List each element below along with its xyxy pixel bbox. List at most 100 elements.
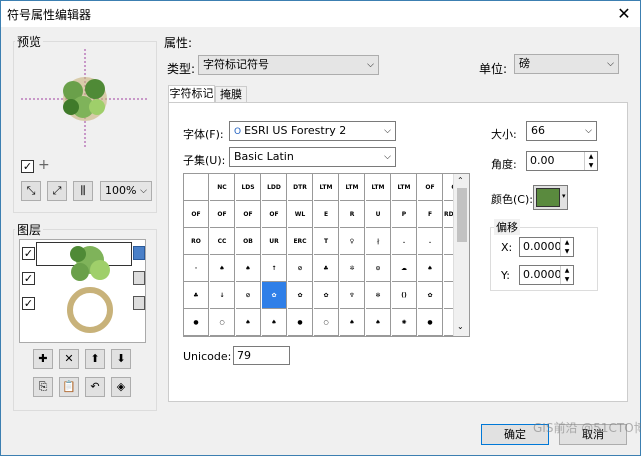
glyph-cell[interactable]: LTM bbox=[392, 174, 417, 201]
glyph-cell[interactable]: OF bbox=[418, 174, 443, 201]
offset-y-stepper[interactable]: 0.0000 ▲ ▼ bbox=[519, 265, 574, 285]
reset-icon[interactable]: ↶ bbox=[85, 377, 105, 397]
glyph-cell[interactable]: ♆ bbox=[340, 282, 365, 309]
glyph-cell[interactable]: RO bbox=[184, 228, 209, 255]
glyph-cell[interactable]: OF bbox=[262, 201, 287, 228]
zoom-fit-button[interactable]: ⤡ bbox=[21, 181, 41, 201]
zoom-actual-button[interactable]: ⫼ bbox=[73, 181, 93, 201]
glyph-cell[interactable]: ♠ bbox=[236, 309, 261, 336]
glyph-cell[interactable]: R bbox=[340, 201, 365, 228]
layer-visible-checkbox[interactable]: ✓ bbox=[22, 297, 35, 310]
glyph-cell[interactable]: UR bbox=[262, 228, 287, 255]
glyph-cell[interactable]: ⊘ bbox=[288, 255, 313, 282]
glyph-cell[interactable]: ERC bbox=[288, 228, 313, 255]
glyph-cell[interactable]: () bbox=[392, 282, 417, 309]
glyph-cell[interactable]: ∤ bbox=[366, 228, 391, 255]
glyph-cell[interactable]: E bbox=[314, 201, 339, 228]
glyph-cell[interactable]: ♠ bbox=[418, 255, 443, 282]
glyph-cell[interactable]: LDD bbox=[262, 174, 287, 201]
glyph-cell[interactable]: ♠ bbox=[236, 255, 261, 282]
glyph-cell[interactable] bbox=[184, 174, 209, 201]
glyph-cell[interactable]: OF bbox=[210, 201, 235, 228]
glyph-cell[interactable]: DTR bbox=[288, 174, 313, 201]
zoom-full-button[interactable]: ⤢ bbox=[47, 181, 67, 201]
glyph-cell[interactable]: ♠ bbox=[262, 309, 287, 336]
zoom-select[interactable]: 100% ⌵ bbox=[100, 181, 152, 201]
glyph-cell[interactable]: ○ bbox=[210, 309, 235, 336]
layer-visible-checkbox[interactable]: ✓ bbox=[22, 247, 35, 260]
glyph-cell[interactable]: OF bbox=[184, 201, 209, 228]
angle-stepper[interactable]: 0.00 ▲ ▼ bbox=[526, 151, 598, 171]
glyph-cell[interactable]: LTM bbox=[340, 174, 365, 201]
glyph-cell[interactable]: . bbox=[392, 228, 417, 255]
glyph-cell[interactable]: NC bbox=[210, 174, 235, 201]
move-up-button[interactable]: ⬆ bbox=[85, 349, 105, 369]
add-symbol-icon[interactable]: + bbox=[38, 157, 50, 173]
type-select[interactable]: 字符标记符号 ⌵ bbox=[198, 55, 379, 75]
glyph-cell[interactable]: ☁ bbox=[392, 255, 417, 282]
scroll-thumb[interactable] bbox=[457, 188, 467, 242]
glyph-cell[interactable]: WL bbox=[288, 201, 313, 228]
glyph-cell[interactable]: ● bbox=[288, 309, 313, 336]
glyph-cell[interactable]: OF bbox=[236, 201, 261, 228]
glyph-cell[interactable]: ✲ bbox=[340, 255, 365, 282]
preview-visible-checkbox[interactable]: ✓ bbox=[21, 160, 34, 173]
glyph-cell[interactable]: ♀ bbox=[340, 228, 365, 255]
offset-x-stepper[interactable]: 0.0000 ▲ ▼ bbox=[519, 237, 574, 257]
glyph-cell[interactable]: P bbox=[392, 201, 417, 228]
glyph-cell[interactable]: ♠ bbox=[210, 255, 235, 282]
glyph-cell[interactable]: . bbox=[418, 228, 443, 255]
glyph-cell[interactable]: T bbox=[314, 228, 339, 255]
glyph-cell[interactable]: ↓ bbox=[210, 282, 235, 309]
layer-lock-icon[interactable] bbox=[133, 246, 145, 260]
stepper-arrows-icon[interactable]: ▲ ▼ bbox=[584, 152, 597, 170]
subset-select[interactable]: Basic Latin ⌵ bbox=[229, 147, 396, 167]
glyph-grid-scrollbar[interactable]: ⌃ ⌄ bbox=[453, 174, 469, 336]
glyph-cell[interactable]: ● bbox=[418, 309, 443, 336]
glyph-cell[interactable]: ✿ bbox=[262, 282, 287, 309]
copy-icon[interactable]: ⎘ bbox=[33, 377, 53, 397]
layer-visible-checkbox[interactable]: ✓ bbox=[22, 272, 35, 285]
glyph-cell[interactable]: · bbox=[184, 255, 209, 282]
size-select[interactable]: 66 ⌵ bbox=[526, 121, 597, 141]
font-select[interactable]: O ESRI US Forestry 2 ⌵ bbox=[229, 121, 396, 141]
glyph-cell[interactable]: ○ bbox=[314, 309, 339, 336]
glyph-cell[interactable]: LDS bbox=[236, 174, 261, 201]
glyph-cell[interactable]: ♠ bbox=[366, 309, 391, 336]
glyph-cell[interactable]: ♣ bbox=[314, 255, 339, 282]
glyph-cell[interactable]: LTM bbox=[314, 174, 339, 201]
glyph-cell[interactable]: ✿ bbox=[288, 282, 313, 309]
unicode-input[interactable]: 79 bbox=[233, 346, 290, 365]
scroll-up-icon[interactable]: ⌃ bbox=[457, 176, 464, 185]
stepper-arrows-icon[interactable]: ▲ ▼ bbox=[560, 238, 573, 256]
tab-character-marker[interactable]: 字符标记 bbox=[168, 85, 215, 103]
glyph-cell[interactable]: ● bbox=[184, 309, 209, 336]
close-icon[interactable]: ✕ bbox=[614, 4, 634, 24]
color-picker-button[interactable]: ▾ bbox=[533, 185, 568, 210]
move-down-button[interactable]: ⬇ bbox=[111, 349, 131, 369]
delete-layer-button[interactable]: ✕ bbox=[59, 349, 79, 369]
glyph-cell[interactable]: U bbox=[366, 201, 391, 228]
tag-icon[interactable]: ◈ bbox=[111, 377, 131, 397]
layer-lock-icon[interactable] bbox=[133, 271, 145, 285]
glyph-cell[interactable]: ✿ bbox=[418, 282, 443, 309]
add-layer-button[interactable]: ✚ bbox=[33, 349, 53, 369]
scroll-down-icon[interactable]: ⌄ bbox=[457, 322, 464, 331]
glyph-cell[interactable]: ♠ bbox=[340, 309, 365, 336]
glyph-cell[interactable]: ⊙ bbox=[366, 255, 391, 282]
glyph-cell[interactable]: ⊘ bbox=[236, 282, 261, 309]
glyph-cell[interactable]: ✻ bbox=[366, 282, 391, 309]
glyph-cell[interactable]: OB bbox=[236, 228, 261, 255]
glyph-cell[interactable]: ↑ bbox=[262, 255, 287, 282]
glyph-cell[interactable]: ✺ bbox=[392, 309, 417, 336]
layer-lock-icon[interactable] bbox=[133, 296, 145, 310]
stepper-arrows-icon[interactable]: ▲ ▼ bbox=[560, 266, 573, 284]
glyph-cell[interactable]: ♣ bbox=[184, 282, 209, 309]
glyph-cell[interactable]: LTM bbox=[366, 174, 391, 201]
tab-mask[interactable]: 掩膜 bbox=[215, 86, 247, 103]
glyph-cell[interactable]: F bbox=[418, 201, 443, 228]
glyph-cell[interactable]: CC bbox=[210, 228, 235, 255]
glyph-cell[interactable]: ✿ bbox=[314, 282, 339, 309]
paste-icon[interactable]: 📋 bbox=[59, 377, 79, 397]
unit-select[interactable]: 磅 ⌵ bbox=[514, 54, 619, 74]
